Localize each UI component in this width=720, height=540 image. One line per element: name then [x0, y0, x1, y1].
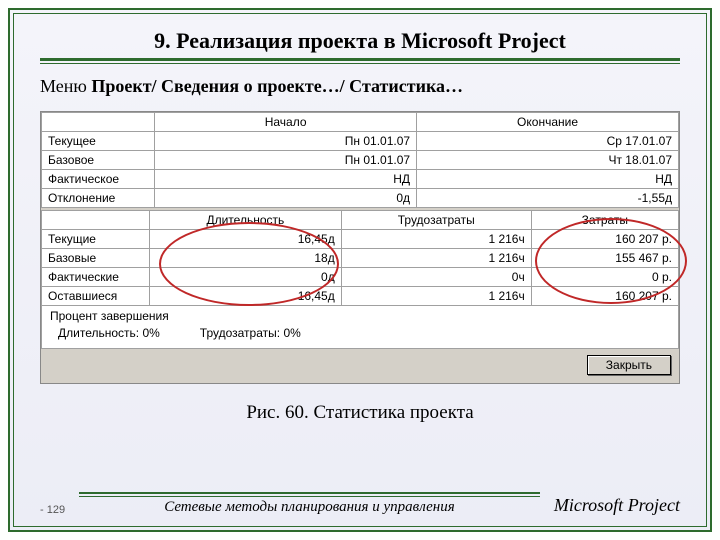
table-row: Базовое Пн 01.01.07 Чт 18.01.07	[42, 151, 679, 170]
table-row: Фактическое НД НД	[42, 170, 679, 189]
table-row: Текущее Пн 01.01.07 Ср 17.01.07	[42, 132, 679, 151]
col-end: Окончание	[417, 113, 679, 132]
breadcrumb-prefix: Меню	[40, 76, 91, 96]
col-work: Трудозатраты	[341, 211, 531, 230]
completion-title: Процент завершения	[50, 309, 670, 323]
brand-label: Microsoft Project	[554, 495, 680, 516]
table-row: Оставшиеся 16,45д 1 216ч 160 207 р.	[42, 287, 679, 306]
table-row: Фактические 0д 0ч 0 р.	[42, 268, 679, 287]
divider	[40, 58, 680, 61]
table-row: Базовые 18д 1 216ч 155 467 р.	[42, 249, 679, 268]
breadcrumb: Меню Проект/ Сведения о проекте…/ Статис…	[40, 76, 680, 97]
table-row: Отклонение 0д -1,55д	[42, 189, 679, 208]
table-row: Текущие 16,45д 1 216ч 160 207 р.	[42, 230, 679, 249]
metrics-table: Длительность Трудозатраты Затраты Текущи…	[41, 210, 679, 306]
divider-thin	[40, 63, 680, 64]
completion-panel: Процент завершения Длительность: 0% Труд…	[41, 306, 679, 349]
statistics-dialog: Начало Окончание Текущее Пн 01.01.07 Ср …	[40, 111, 680, 384]
figure-caption: Рис. 60. Статистика проекта	[40, 402, 680, 424]
col-start: Начало	[155, 113, 417, 132]
page-title: 9. Реализация проекта в Microsoft Projec…	[40, 28, 680, 54]
col-cost: Затраты	[531, 211, 678, 230]
completion-work: Трудозатраты: 0%	[200, 326, 301, 340]
footer-text: Сетевые методы планирования и управления	[79, 492, 540, 516]
breadcrumb-path: Проект/ Сведения о проекте…/ Статистика…	[91, 76, 463, 96]
close-button[interactable]: Закрыть	[587, 355, 671, 375]
page-number: - 129	[40, 504, 65, 516]
completion-duration: Длительность: 0%	[58, 326, 160, 340]
col-duration: Длительность	[150, 211, 342, 230]
dates-table: Начало Окончание Текущее Пн 01.01.07 Ср …	[41, 112, 679, 208]
